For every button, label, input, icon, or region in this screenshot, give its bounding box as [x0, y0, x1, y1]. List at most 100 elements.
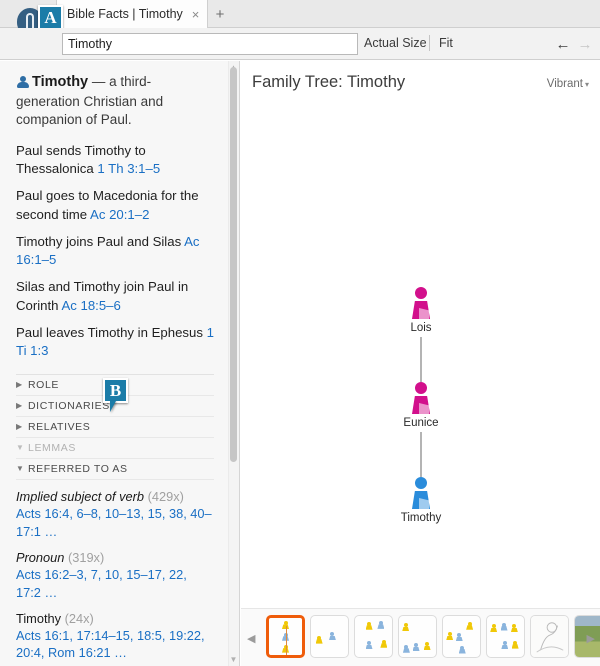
section-label: DICTIONARIES	[28, 400, 110, 413]
thumbnail-figure-marker	[510, 624, 518, 633]
tree-edge	[420, 432, 422, 477]
thumbnail-figure-marker	[380, 639, 388, 648]
referred-label: Timothy	[16, 610, 62, 626]
panel-header: Family Tree: Timothy Vibrant ▾	[241, 61, 600, 107]
chevron-right-icon: ▶	[16, 421, 23, 431]
chevron-down-icon: ▼	[16, 442, 25, 452]
thumbnail-list	[266, 615, 600, 658]
section-label: RELATIVES	[28, 421, 91, 434]
referred-to-as-item: Timothy (24x) Acts 16:1, 17:14–15, 18:5, …	[16, 610, 214, 666]
tree-node-label: Timothy	[400, 512, 442, 524]
filmstrip-thumbnail[interactable]	[354, 615, 393, 658]
thumbnail-filmstrip: ◀ ▶	[241, 608, 600, 666]
bulb-filament	[26, 13, 34, 29]
fact-text: Paul leaves Timothy in Ephesus	[16, 324, 207, 340]
tree-canvas: Lois Eunice Timothy	[241, 107, 600, 607]
tree-edge	[420, 337, 422, 382]
reference-links[interactable]: Acts 16:2–3, 7, 10, 15–17, 22, 17:2 …	[16, 566, 214, 601]
person-figure-icon	[410, 477, 432, 509]
scripture-reference-link[interactable]: Ac 20:1–2	[90, 207, 149, 222]
facts-list: Paul sends Timothy to Thessalonica 1 Th …	[16, 133, 214, 360]
info-sidebar: Timothy — a third-generation Christian a…	[0, 61, 240, 666]
thumbnail-figure-marker	[365, 641, 373, 650]
thumbnail-figure-marker	[377, 620, 385, 629]
chevron-down-icon: ▼	[16, 463, 25, 473]
occurrence-count: (429x)	[144, 489, 184, 505]
family-tree-panel: Family Tree: Timothy Vibrant ▾ Lois Eunice…	[241, 61, 600, 666]
section-header-lemmas[interactable]: ▼ LEMMAS	[16, 438, 214, 460]
badge-a-label: A	[44, 7, 57, 27]
thumbnail-figure-marker	[466, 621, 474, 630]
thumbnail-figure-marker	[511, 640, 519, 649]
section-label: LEMMAS	[28, 442, 76, 455]
sidebar-scrollbar[interactable]: ▲ ▼	[228, 61, 239, 666]
fact-item: Paul sends Timothy to Thessalonica 1 Th …	[16, 133, 214, 178]
filmstrip-thumbnail[interactable]	[530, 615, 569, 658]
thumbnail-figure-marker	[402, 623, 410, 632]
close-icon[interactable]: ×	[192, 8, 200, 21]
thumbnail-figure-marker	[490, 624, 498, 633]
thumbnail-figure-marker	[402, 644, 410, 653]
tree-node-label: Eunice	[403, 417, 439, 429]
occurrence-count: (319x)	[64, 549, 105, 565]
thumbnail-figure-marker	[455, 633, 463, 642]
referred-to-as-item: Implied subject of verb (429x) Acts 16:4,…	[16, 488, 214, 549]
tree-node-lois[interactable]: Lois	[376, 287, 466, 334]
scrollbar-thumb[interactable]	[230, 67, 237, 462]
section-header-referred-to-as[interactable]: ▼ REFERRED TO AS	[16, 459, 214, 481]
filmstrip-thumbnail[interactable]	[442, 615, 481, 658]
tree-node-label: Lois	[410, 322, 432, 334]
thumbnail-figure-marker	[423, 642, 431, 651]
thumbnail-figure-marker	[315, 635, 323, 644]
section-label: REFERRED TO AS	[28, 463, 128, 476]
fact-item: Silas and Timothy join Paul in Corinth A…	[16, 269, 214, 314]
annotation-badge-a: A	[38, 5, 63, 39]
entry-name: Timothy	[32, 74, 89, 90]
filmstrip-thumbnail[interactable]	[486, 615, 525, 658]
style-selector-label: Vibrant	[546, 78, 583, 90]
fact-text: Timothy joins Paul and Silas	[16, 233, 185, 249]
new-tab-button[interactable]: +	[205, 0, 235, 28]
entry-dash: —	[91, 74, 106, 89]
referred-to-as-item: Pronoun (319x) Acts 16:2–3, 7, 10, 15–17,…	[16, 549, 214, 610]
reference-links[interactable]: Acts 16:4, 6–8, 10–13, 15, 38, 40–17:1 …	[16, 505, 214, 540]
style-selector[interactable]: Vibrant ▾	[547, 78, 589, 90]
scripture-reference-link[interactable]: 1 Th 3:1–5	[97, 161, 160, 176]
annotation-badge-b: B	[103, 378, 128, 412]
fact-item: Paul goes to Macedonia for the second ti…	[16, 178, 214, 223]
thumbnail-edge	[285, 626, 287, 655]
tree-node-timothy[interactable]: Timothy	[376, 477, 466, 524]
badge-b-label: B	[109, 380, 122, 400]
person-icon	[16, 76, 29, 88]
scripture-reference-link[interactable]: Ac 18:5–6	[61, 298, 120, 313]
reference-links[interactable]: Acts 16:1, 17:14–15, 18:5, 19:22, 20:4, …	[16, 627, 214, 662]
entry-header: Timothy — a third-generation Christian a…	[16, 61, 214, 133]
actual-size-button[interactable]: Actual Size	[364, 36, 427, 50]
occurrence-count: (24x)	[61, 610, 94, 626]
tab-bar: Bible Facts | Timothy × +	[0, 0, 600, 28]
thumbnail-figure-marker	[412, 643, 420, 652]
application-window: Bible Facts | Timothy × + A Actual Size …	[0, 0, 600, 666]
illustration-thumbnail-image	[531, 616, 568, 657]
forward-arrow-icon[interactable]: →	[575, 34, 595, 54]
filmstrip-thumbnail[interactable]	[310, 615, 349, 658]
scroll-down-icon[interactable]: ▼	[229, 655, 238, 664]
toolbar-divider	[429, 35, 430, 51]
filmstrip-prev-icon[interactable]: ◀	[247, 632, 255, 645]
thumbnail-figure-marker	[365, 621, 373, 630]
fit-button[interactable]: Fit	[439, 36, 453, 50]
tab-bible-facts-timothy[interactable]: Bible Facts | Timothy ×	[56, 0, 209, 28]
chevron-right-icon: ▶	[16, 400, 23, 410]
filmstrip-thumbnail[interactable]	[266, 615, 305, 658]
filmstrip-next-icon[interactable]: ▶	[587, 632, 595, 645]
toolbar: Actual Size Fit ← →	[0, 28, 600, 60]
section-header-relatives[interactable]: ▶ RELATIVES	[16, 417, 214, 439]
tree-node-eunice[interactable]: Eunice	[376, 382, 466, 429]
page-title: Family Tree: Timothy	[252, 73, 406, 91]
fact-item: Paul leaves Timothy in Ephesus 1 Ti 1:3	[16, 315, 214, 360]
thumbnail-figure-marker	[458, 645, 466, 654]
search-input[interactable]	[62, 33, 358, 55]
back-arrow-icon[interactable]: ←	[553, 34, 573, 54]
filmstrip-thumbnail[interactable]	[398, 615, 437, 658]
thumbnail-figure-marker	[446, 632, 454, 641]
